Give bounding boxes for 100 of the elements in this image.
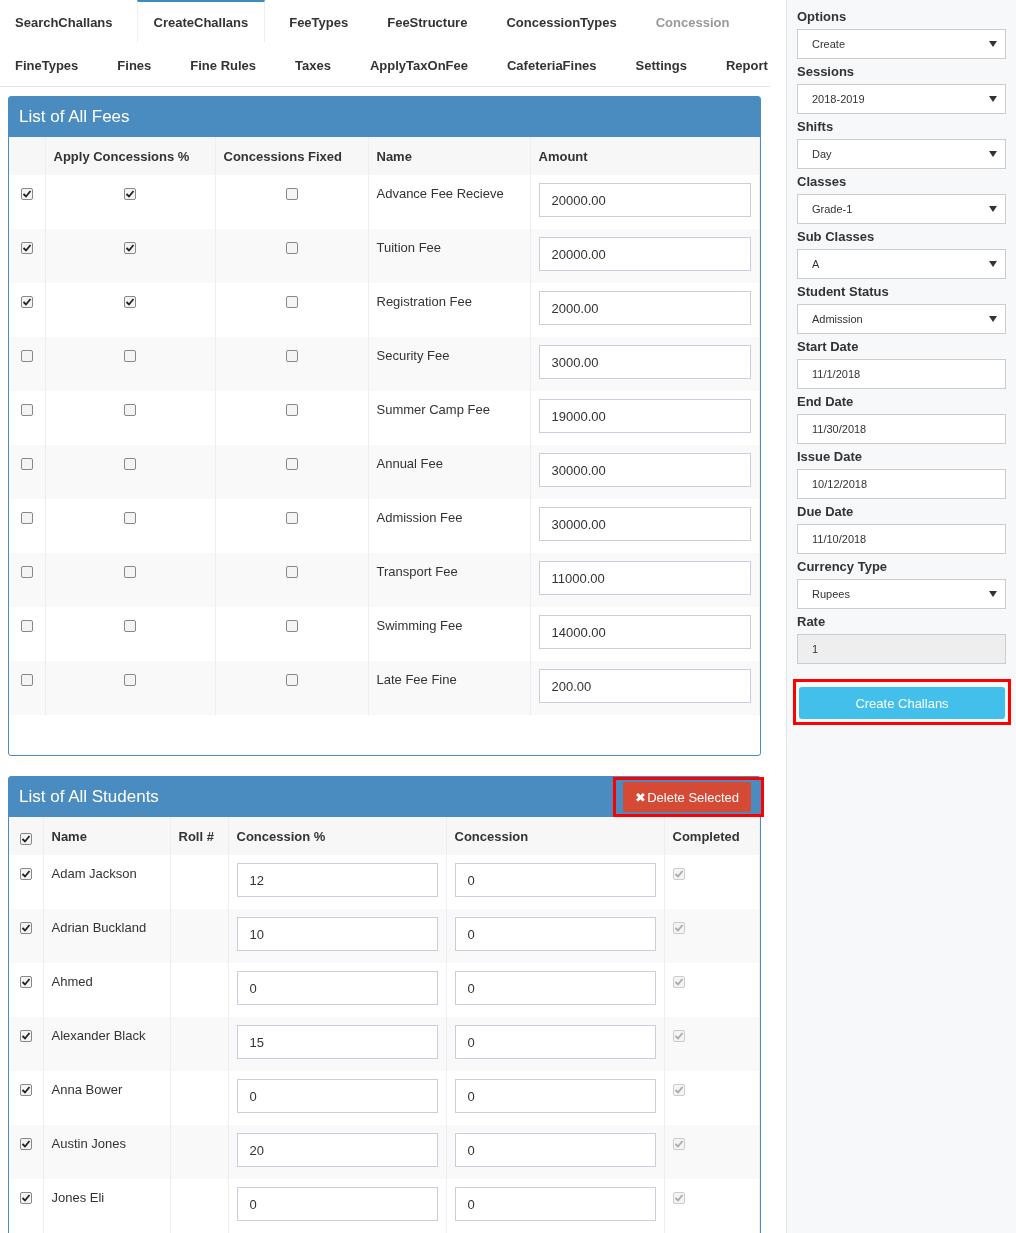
input-field[interactable]: 11/1/2018 xyxy=(797,359,1006,389)
checkbox[interactable] xyxy=(19,922,32,934)
select-field[interactable]: Create xyxy=(797,29,1006,59)
concession-percent-field[interactable]: 0 xyxy=(236,1079,438,1113)
tab[interactable]: ApplyTaxOnFee xyxy=(354,43,483,86)
checkbox[interactable] xyxy=(20,188,33,200)
fee-name: Transport Fee xyxy=(376,564,458,579)
checkbox[interactable] xyxy=(19,976,32,988)
amount-field[interactable]: 30000.00 xyxy=(538,507,751,541)
checkbox[interactable] xyxy=(20,404,33,416)
concession-field[interactable]: 0 xyxy=(454,1079,656,1113)
checkbox[interactable] xyxy=(124,674,136,686)
checkbox[interactable] xyxy=(20,620,33,632)
checkbox[interactable] xyxy=(19,832,32,845)
checkbox[interactable] xyxy=(124,566,136,578)
checkbox[interactable] xyxy=(672,922,685,934)
input-field[interactable]: 11/30/2018 xyxy=(797,414,1006,444)
tab[interactable]: Fines xyxy=(102,43,167,86)
concession-percent-field[interactable]: 10 xyxy=(236,917,438,951)
checkbox[interactable] xyxy=(20,350,33,362)
checkbox[interactable] xyxy=(20,566,33,578)
amount-field[interactable]: 11000.00 xyxy=(538,561,751,595)
column-header: Name xyxy=(368,137,530,175)
checkbox[interactable] xyxy=(19,1138,32,1150)
amount-field[interactable]: 14000.00 xyxy=(538,615,751,649)
checkbox[interactable] xyxy=(285,620,298,632)
checkbox[interactable] xyxy=(20,512,33,524)
concession-percent-field[interactable]: 15 xyxy=(236,1025,438,1059)
checkbox[interactable] xyxy=(19,868,32,880)
amount-field[interactable]: 3000.00 xyxy=(538,345,751,379)
select-field[interactable]: Grade-1 xyxy=(797,194,1006,224)
tab[interactable]: SearchChallans xyxy=(0,0,128,43)
checkbox[interactable] xyxy=(285,188,298,200)
checkbox[interactable] xyxy=(124,404,136,416)
amount-field[interactable]: 2000.00 xyxy=(538,291,751,325)
checkbox[interactable] xyxy=(672,976,685,988)
tab[interactable]: Settings xyxy=(620,43,702,86)
checkbox[interactable] xyxy=(285,296,298,308)
input-field[interactable]: 10/12/2018 xyxy=(797,469,1006,499)
amount-field[interactable]: 200.00 xyxy=(538,669,751,703)
input-field[interactable]: 11/10/2018 xyxy=(797,524,1006,554)
checkbox[interactable] xyxy=(124,350,136,362)
checkbox[interactable] xyxy=(672,1084,685,1096)
column-header: Amount xyxy=(530,137,760,175)
checkbox[interactable] xyxy=(19,1084,32,1096)
checkbox[interactable] xyxy=(124,188,136,200)
student-name: Austin Jones xyxy=(51,1136,126,1151)
concession-field[interactable]: 0 xyxy=(454,971,656,1005)
tab[interactable]: ConcessionTypes xyxy=(491,0,632,43)
checkbox[interactable] xyxy=(285,350,298,362)
tab[interactable]: CreateChallans xyxy=(136,0,266,43)
concession-percent-field[interactable]: 0 xyxy=(236,1187,438,1221)
concession-field[interactable]: 0 xyxy=(454,1025,656,1059)
concession-field[interactable]: 0 xyxy=(454,863,656,897)
checkbox[interactable] xyxy=(20,458,33,470)
checkbox[interactable] xyxy=(285,566,298,578)
checkbox[interactable] xyxy=(20,296,33,308)
checkbox[interactable] xyxy=(285,512,298,524)
tab[interactable]: CafeteriaFines xyxy=(492,43,612,86)
column-header: Apply Concessions % xyxy=(45,137,215,175)
concession-percent-field[interactable]: 12 xyxy=(236,863,438,897)
checkbox[interactable] xyxy=(285,242,298,254)
concession-percent-field[interactable]: 20 xyxy=(236,1133,438,1167)
checkbox[interactable] xyxy=(19,1192,32,1204)
field-label: Due Date xyxy=(797,503,855,521)
checkbox[interactable] xyxy=(124,620,136,632)
tab[interactable]: Report xyxy=(710,43,783,86)
select-field[interactable]: Rupees xyxy=(797,579,1006,609)
checkbox[interactable] xyxy=(124,458,136,470)
tab[interactable]: FeeTypes xyxy=(274,0,364,43)
concession-field[interactable]: 0 xyxy=(454,917,656,951)
amount-field[interactable]: 20000.00 xyxy=(538,183,751,217)
amount-field[interactable]: 30000.00 xyxy=(538,453,751,487)
delete-button[interactable]: ✖Delete Selected xyxy=(623,782,751,812)
checkbox[interactable] xyxy=(672,1138,685,1150)
checkbox[interactable] xyxy=(672,1030,685,1042)
concession-field[interactable]: 0 xyxy=(454,1187,656,1221)
select-field[interactable]: A xyxy=(797,249,1006,279)
select-field[interactable]: Admission xyxy=(797,304,1006,334)
checkbox[interactable] xyxy=(20,242,33,254)
checkbox[interactable] xyxy=(672,1192,685,1204)
concession-percent-field[interactable]: 0 xyxy=(236,971,438,1005)
tab[interactable]: Taxes xyxy=(280,43,346,86)
checkbox[interactable] xyxy=(124,512,136,524)
tab[interactable]: FineTypes xyxy=(0,43,94,86)
select-field[interactable]: Day xyxy=(797,139,1006,169)
amount-field[interactable]: 20000.00 xyxy=(538,237,751,271)
checkbox[interactable] xyxy=(285,674,298,686)
checkbox[interactable] xyxy=(124,296,136,308)
checkbox[interactable] xyxy=(285,458,298,470)
amount-field[interactable]: 19000.00 xyxy=(538,399,751,433)
checkbox[interactable] xyxy=(285,404,298,416)
tab[interactable]: FeeStructure xyxy=(372,0,483,43)
select-field[interactable]: 2018-2019 xyxy=(797,84,1006,114)
checkbox[interactable] xyxy=(20,674,33,686)
checkbox[interactable] xyxy=(19,1030,32,1042)
concession-field[interactable]: 0 xyxy=(454,1133,656,1167)
checkbox[interactable] xyxy=(124,242,136,254)
tab[interactable]: Fine Rules xyxy=(175,43,272,86)
checkbox[interactable] xyxy=(672,868,685,880)
